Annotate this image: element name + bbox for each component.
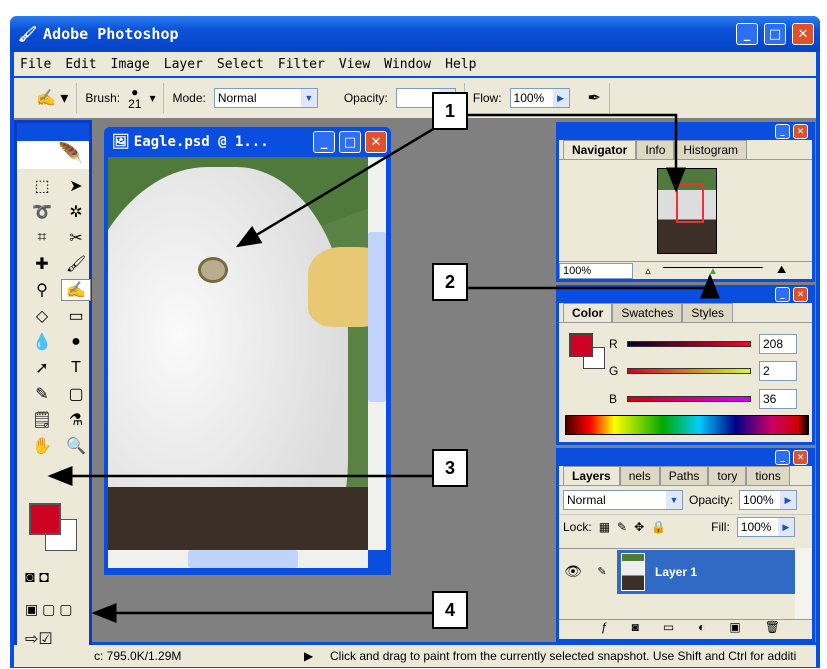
callout-arrows bbox=[47, 113, 720, 623]
callout-1-arrow-image bbox=[235, 123, 441, 248]
callout-1-arrow-nav bbox=[468, 113, 686, 193]
callout-2-arrow bbox=[468, 273, 720, 299]
callout-4: 4 bbox=[432, 591, 468, 629]
callout-2: 2 bbox=[432, 263, 468, 301]
foreground-color-swatch[interactable] bbox=[29, 503, 61, 535]
callout-1: 1 bbox=[432, 92, 468, 130]
callout-3: 3 bbox=[432, 449, 468, 487]
color-foreground-swatch[interactable] bbox=[569, 333, 593, 357]
